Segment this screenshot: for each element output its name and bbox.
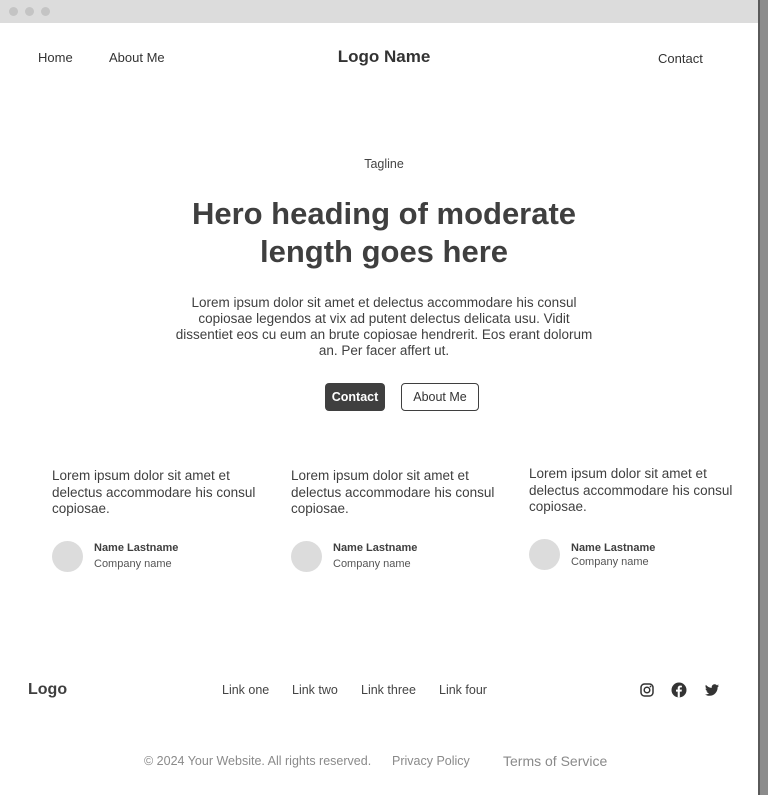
terms-of-service-link[interactable]: Terms of Service (503, 753, 607, 769)
testimonial-name: Name Lastname (571, 542, 656, 554)
hero-heading: Hero heading of moderate length goes her… (191, 196, 577, 269)
hero-description: Lorem ipsum dolor sit amet et delectus a… (175, 295, 593, 358)
avatar (291, 541, 322, 572)
footer-logo[interactable]: Logo (28, 681, 67, 699)
window-scroll-edge (758, 0, 768, 795)
testimonial-company: Company name (333, 558, 411, 570)
testimonial-card: Lorem ipsum dolor sit amet et delectus a… (52, 468, 267, 572)
twitter-icon[interactable] (704, 682, 720, 698)
window-dot-icon (9, 7, 18, 16)
testimonial-quote: Lorem ipsum dolor sit amet et delectus a… (52, 468, 256, 516)
hero-tagline: Tagline (364, 157, 404, 171)
window-dot-icon (25, 7, 34, 16)
window-dot-icon (41, 7, 50, 16)
avatar (52, 541, 83, 572)
footer-link-four[interactable]: Link four (439, 683, 487, 697)
contact-button[interactable]: Contact (325, 383, 385, 411)
copyright-text: © 2024 Your Website. All rights reserved… (144, 754, 372, 768)
footer-link-one[interactable]: Link one (222, 683, 269, 697)
testimonial-quote: Lorem ipsum dolor sit amet et delectus a… (291, 468, 495, 516)
testimonial-quote: Lorem ipsum dolor sit amet et delectus a… (529, 466, 733, 514)
testimonial-company: Company name (571, 556, 649, 568)
testimonial-name: Name Lastname (94, 542, 179, 554)
facebook-icon[interactable] (671, 682, 687, 698)
testimonial-card: Lorem ipsum dolor sit amet et delectus a… (529, 466, 744, 570)
privacy-policy-link[interactable]: Privacy Policy (392, 754, 470, 768)
footer-link-three[interactable]: Link three (361, 683, 416, 697)
site-logo[interactable]: Logo Name (0, 47, 768, 67)
avatar (529, 539, 560, 570)
testimonial-name: Name Lastname (333, 542, 418, 554)
footer-link-two[interactable]: Link two (292, 683, 338, 697)
about-me-button[interactable]: About Me (401, 383, 479, 411)
testimonial-company: Company name (94, 558, 172, 570)
browser-title-bar (0, 0, 758, 23)
nav-contact-link[interactable]: Contact (658, 51, 703, 66)
testimonial-card: Lorem ipsum dolor sit amet et delectus a… (291, 468, 506, 572)
instagram-icon[interactable] (639, 682, 655, 698)
